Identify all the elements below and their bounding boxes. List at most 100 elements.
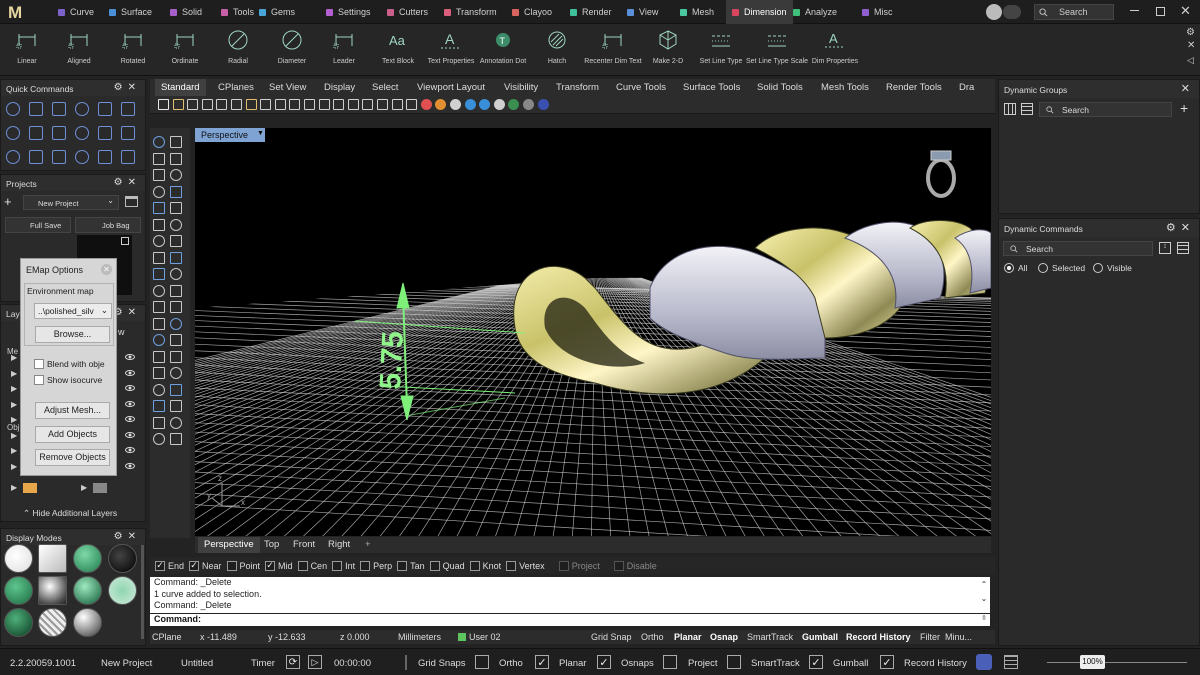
panel-controls-icon[interactable]: ⚙✕ (1166, 221, 1195, 234)
standard-tool-3-icon[interactable] (187, 99, 199, 110)
toggle-grid-snap[interactable]: Grid Snap (591, 632, 632, 642)
expand-icon[interactable]: ▶ (11, 384, 17, 393)
menu-tab-clayoo[interactable]: Clayoo (506, 0, 558, 24)
menu-tab-view[interactable]: View (621, 0, 664, 24)
eye-icon[interactable] (125, 354, 135, 360)
palette-tool-10-icon[interactable] (170, 202, 182, 214)
ribbon-close-icon[interactable]: ✕ (1187, 40, 1195, 51)
project-select[interactable]: New Project ⌄ (23, 195, 119, 210)
hide-additional-layers-toggle[interactable]: ⌃ Hide Additional Layers (23, 508, 117, 519)
osnap-quad[interactable]: Quad (429, 560, 465, 571)
add-objects-button[interactable]: Add Objects (35, 426, 110, 443)
osnap-checkbox[interactable]: ✓ (155, 560, 165, 571)
display-mode-green-dark[interactable] (4, 608, 33, 637)
standard-tool-25-icon[interactable] (508, 99, 520, 110)
standard-tool-19-icon[interactable] (420, 99, 432, 110)
palette-tool-11-icon[interactable] (153, 218, 165, 231)
osnap-point[interactable]: Point (226, 560, 260, 571)
display-mode-shaded-white[interactable] (38, 544, 67, 573)
standard-tool-24-icon[interactable] (493, 99, 505, 110)
new-project-button[interactable]: New Project (101, 658, 152, 669)
layer-row-swatch-orange[interactable] (23, 483, 37, 493)
menu-tab-dimension[interactable]: Dimension (726, 0, 793, 24)
layout-toggle-icon[interactable] (1004, 655, 1018, 669)
display-mode-outline[interactable] (108, 576, 137, 605)
toggle-record-history[interactable]: Record History (846, 632, 911, 642)
add-project-button[interactable]: + (4, 195, 18, 209)
standard-tool-4-icon[interactable] (201, 99, 213, 110)
osnap-near[interactable]: ✓ Near (189, 560, 222, 571)
adjust-mesh-button[interactable]: Adjust Mesh... (35, 402, 110, 419)
user-toggle[interactable] (1003, 5, 1021, 19)
ribbon-hatch-button[interactable]: Hatch (532, 28, 582, 74)
toolbar-tab-dra[interactable]: Dra (953, 79, 980, 96)
palette-tool-18-icon[interactable] (170, 268, 182, 280)
menu-tab-transform[interactable]: Transform (438, 0, 503, 24)
expand-icon[interactable]: ▶ (11, 483, 17, 492)
export-icon[interactable] (121, 237, 129, 245)
ribbon-make-2-d-button[interactable]: Make 2-D (643, 28, 693, 74)
env-map-select[interactable]: ..\polished_silv ⌄ (34, 303, 112, 319)
ribbon-annotation-dot-button[interactable]: T Annotation Dot (478, 28, 528, 74)
osnap-project[interactable]: Project (558, 560, 600, 571)
standard-tool-18-icon[interactable] (406, 99, 418, 110)
palette-tool-31-icon[interactable] (153, 383, 165, 396)
ribbon-recenter-dim-text-button[interactable]: Recenter Dim Text (584, 28, 642, 74)
layers-icon[interactable] (98, 126, 112, 140)
palette-tool-6-icon[interactable] (170, 169, 182, 181)
radio-all[interactable]: All (1004, 263, 1027, 273)
palette-tool-2-icon[interactable] (170, 136, 182, 148)
standard-tool-26-icon[interactable] (523, 99, 534, 110)
zoom-slider-handle[interactable]: 100% (1080, 655, 1105, 669)
osnap-perp[interactable]: Perp (360, 560, 392, 571)
standard-tool-22-icon[interactable] (464, 99, 476, 110)
palette-tool-33-icon[interactable] (153, 400, 165, 412)
palette-tool-29-icon[interactable] (153, 367, 165, 379)
standard-tool-16-icon[interactable] (377, 99, 388, 110)
view-tab-perspective[interactable]: Perspective (198, 537, 260, 553)
ribbon-rotated-button[interactable]: Rotated (108, 28, 158, 74)
palette-tool-35-icon[interactable] (153, 416, 165, 429)
expand-icon[interactable]: ▶ (11, 415, 17, 424)
menu-tab-settings[interactable]: Settings (320, 0, 377, 24)
standard-tool-8-icon[interactable] (260, 99, 272, 110)
toggle-smarttrack[interactable]: SmartTrack (747, 632, 793, 642)
palette-tool-5-icon[interactable] (153, 169, 165, 181)
toggle-osnap[interactable]: Osnap (710, 632, 738, 642)
curve-icon[interactable] (52, 150, 66, 164)
menu-tab-cutters[interactable]: Cutters (381, 0, 434, 24)
palette-tool-37-icon[interactable] (153, 433, 165, 445)
osnap-checkbox[interactable] (469, 560, 480, 571)
view-tab-top[interactable]: Top (258, 537, 285, 553)
osnap-checkbox[interactable]: ✓ (265, 560, 276, 571)
radio-visible[interactable]: Visible (1093, 263, 1132, 273)
expand-icon[interactable]: ▶ (11, 431, 17, 440)
eye-icon[interactable] (125, 416, 135, 422)
toolbar-tab-render-tools[interactable]: Render Tools (880, 79, 948, 96)
display-modes-scrollbar[interactable] (141, 545, 144, 639)
perspective-viewport[interactable]: 5.75 x y z Perspective ▼ (195, 128, 991, 536)
osnap-disable[interactable]: Disable (613, 560, 657, 571)
expand-icon[interactable]: ▶ (11, 446, 17, 455)
osnap-checkbox[interactable] (558, 560, 569, 571)
palette-tool-30-icon[interactable] (170, 367, 182, 379)
plugin-icon[interactable] (976, 654, 992, 670)
menu-tab-mesh[interactable]: Mesh (674, 0, 720, 24)
close-window-button[interactable]: ✕ (1180, 3, 1191, 19)
measure-icon[interactable] (75, 150, 89, 164)
palette-tool-1-icon[interactable] (153, 136, 165, 148)
arc-icon[interactable] (52, 102, 66, 116)
expand-icon[interactable]: ▶ (11, 462, 17, 471)
palette-tool-19-icon[interactable] (153, 284, 165, 297)
palette-tool-36-icon[interactable] (170, 416, 182, 429)
palette-tool-20-icon[interactable] (170, 284, 182, 297)
viewport-label[interactable]: Perspective ▼ (195, 128, 265, 142)
layer-color-swatch[interactable] (458, 633, 466, 641)
pen-icon[interactable] (98, 150, 112, 164)
play-timer-icon[interactable]: ▷ (308, 655, 322, 669)
cross-icon[interactable] (52, 126, 66, 140)
grid-snaps-checkbox[interactable] (475, 655, 489, 669)
smarttrack-checkbox[interactable]: ✓ (809, 655, 823, 669)
menu-tab-misc[interactable]: Misc (856, 0, 899, 24)
osnap-checkbox[interactable] (397, 560, 408, 571)
